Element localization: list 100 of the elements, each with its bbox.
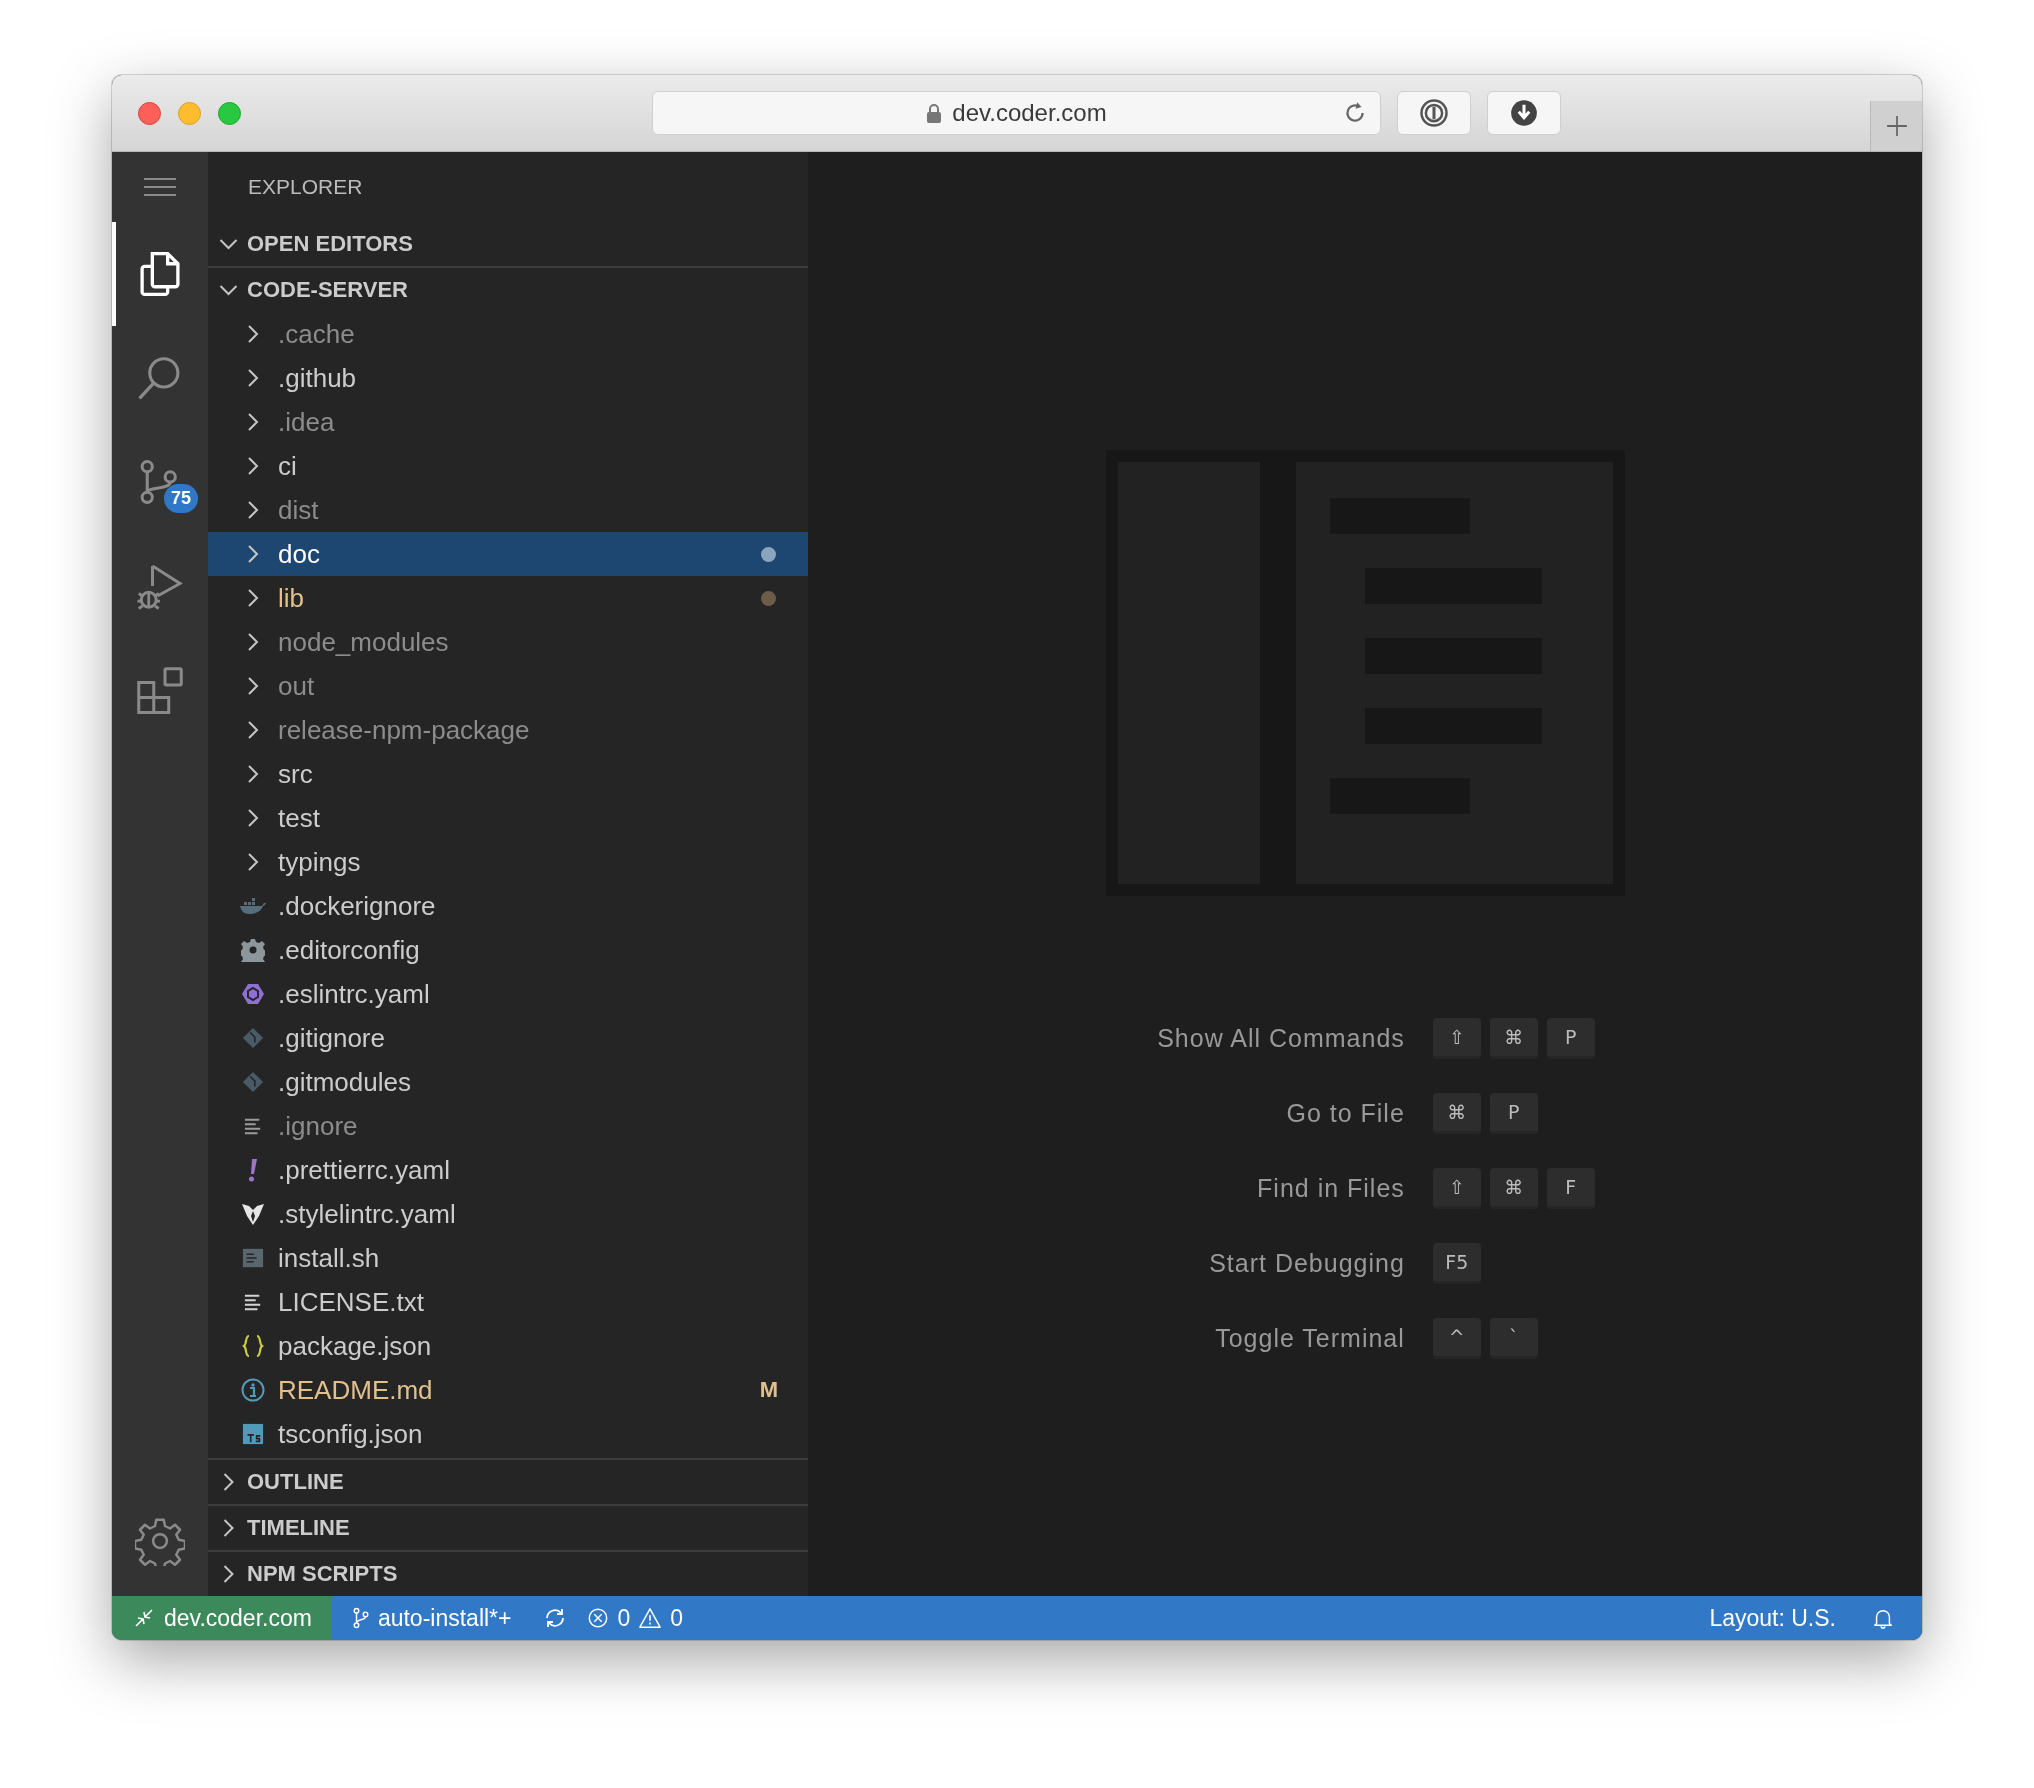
lock-icon xyxy=(926,103,943,123)
file-name: .cache xyxy=(278,318,355,350)
key-cap: F5 xyxy=(1432,1243,1481,1284)
chevron-icon xyxy=(218,283,239,297)
shortcut-label: Start Debugging xyxy=(1208,1249,1405,1278)
tree-row[interactable]: .editorconfig xyxy=(208,928,808,972)
menu-icon[interactable] xyxy=(144,177,176,197)
key-cap: P xyxy=(1546,1018,1595,1059)
chevron-icon xyxy=(247,852,259,872)
tree-row[interactable]: .stylelintrc.yaml xyxy=(208,1192,808,1236)
tree-row[interactable]: test xyxy=(208,796,808,840)
remote-icon xyxy=(134,1608,154,1628)
section-header[interactable]: OPEN EDITORS xyxy=(208,222,808,266)
file-name: package.json xyxy=(278,1330,432,1362)
remote-indicator[interactable]: dev.coder.com xyxy=(112,1596,332,1640)
remote-host: dev.coder.com xyxy=(164,1604,312,1632)
file-name: tsconfig.json xyxy=(278,1418,423,1450)
tree-row[interactable]: .gitmodules xyxy=(208,1060,808,1104)
braces-icon xyxy=(241,1334,265,1358)
chevron-icon xyxy=(222,1472,235,1492)
section-header[interactable]: OUTLINE xyxy=(208,1460,808,1504)
file-name: .gitignore xyxy=(278,1022,385,1054)
tree-row[interactable]: tsconfig.json xyxy=(208,1412,808,1456)
file-name: LICENSE.txt xyxy=(278,1286,424,1318)
file-name: .dockerignore xyxy=(278,890,436,922)
address-bar[interactable]: dev.coder.com xyxy=(652,91,1381,135)
password-button[interactable] xyxy=(1397,91,1471,135)
file-name: install.sh xyxy=(278,1242,380,1274)
tree-row[interactable]: ci xyxy=(208,444,808,488)
tree-row[interactable]: package.json xyxy=(208,1324,808,1368)
warning-icon xyxy=(638,1607,663,1629)
modified-dot xyxy=(761,546,776,562)
tree-row[interactable]: README.md M xyxy=(208,1368,808,1412)
tree-row[interactable]: .ignore xyxy=(208,1104,808,1148)
git-diamond-icon xyxy=(242,1071,264,1093)
chevron-icon xyxy=(247,412,259,432)
tree-row[interactable]: .cache xyxy=(208,312,808,356)
maximize-button[interactable] xyxy=(218,101,241,125)
key-cap: ⌘ xyxy=(1489,1018,1538,1059)
tree-row[interactable]: LICENSE.txt xyxy=(208,1280,808,1324)
tuxedo-icon xyxy=(241,1202,265,1226)
text-lines-icon xyxy=(244,1117,262,1135)
new-tab-button[interactable] xyxy=(1870,101,1922,151)
password-icon xyxy=(1419,98,1449,128)
keyboard-layout[interactable]: Layout: U.S. xyxy=(1709,1604,1836,1632)
settings-icon[interactable] xyxy=(135,1516,185,1566)
hexagon-icon xyxy=(241,982,265,1006)
problems-indicator[interactable]: 0 0 xyxy=(587,1604,684,1632)
tree-row[interactable]: release-npm-package xyxy=(208,708,808,752)
file-name: release-npm-package xyxy=(278,714,530,746)
key-cap: F xyxy=(1546,1168,1595,1209)
section-header[interactable]: TIMELINE xyxy=(208,1506,808,1550)
tree-row[interactable]: lib xyxy=(208,576,808,620)
close-button[interactable] xyxy=(138,101,161,125)
activity-tab[interactable]: 75 xyxy=(112,430,208,534)
download-icon xyxy=(1510,99,1538,127)
tree-row[interactable]: .github xyxy=(208,356,808,400)
error-count: 0 xyxy=(617,1604,631,1632)
chevron-icon xyxy=(222,1518,235,1538)
tree-row[interactable]: .eslintrc.yaml xyxy=(208,972,808,1016)
chevron-icon xyxy=(247,456,259,476)
file-name: README.md xyxy=(278,1374,433,1406)
tree-row[interactable]: src xyxy=(208,752,808,796)
chevron-icon xyxy=(218,237,239,251)
branch-name: auto-install*+ xyxy=(377,1604,512,1632)
tree-row[interactable]: out xyxy=(208,664,808,708)
gear-icon xyxy=(241,938,265,962)
file-name: .gitmodules xyxy=(278,1066,411,1098)
exclamation-icon xyxy=(248,1158,258,1182)
error-icon xyxy=(587,1607,610,1629)
download-button[interactable] xyxy=(1487,91,1561,135)
tree-row[interactable]: typings xyxy=(208,840,808,884)
branch-indicator[interactable]: auto-install*+ xyxy=(351,1604,512,1632)
tree-row[interactable]: .gitignore xyxy=(208,1016,808,1060)
file-name: .stylelintrc.yaml xyxy=(278,1198,456,1230)
chevron-icon xyxy=(247,764,259,784)
chevron-icon xyxy=(247,588,259,608)
shortcut-label: Find in Files xyxy=(1256,1174,1405,1203)
tree-row[interactable]: .dockerignore xyxy=(208,884,808,928)
file-name: dist xyxy=(278,494,319,526)
file-name: .github xyxy=(278,362,357,394)
tree-row[interactable]: .prettierrc.yaml xyxy=(208,1148,808,1192)
tree-row[interactable]: node_modules xyxy=(208,620,808,664)
modified-dot xyxy=(761,590,776,606)
terminal-file-icon xyxy=(242,1247,264,1269)
whale-icon xyxy=(239,897,267,915)
section-header[interactable]: NPM SCRIPTS xyxy=(208,1552,808,1596)
file-name: node_modules xyxy=(278,626,449,658)
file-name: typings xyxy=(278,846,361,878)
section-header[interactable]: CODE-SERVER xyxy=(208,268,808,312)
chevron-icon xyxy=(247,632,259,652)
shortcut-label: Show All Commands xyxy=(1157,1024,1405,1053)
tree-row[interactable]: install.sh xyxy=(208,1236,808,1280)
tree-row[interactable]: doc xyxy=(208,532,808,576)
file-name: .editorconfig xyxy=(278,934,420,966)
file-name: doc xyxy=(278,538,320,570)
tree-row[interactable]: dist xyxy=(208,488,808,532)
tree-row[interactable]: .idea xyxy=(208,400,808,444)
extensions-icon xyxy=(135,665,185,715)
panel-title: EXPLORER xyxy=(247,174,364,200)
